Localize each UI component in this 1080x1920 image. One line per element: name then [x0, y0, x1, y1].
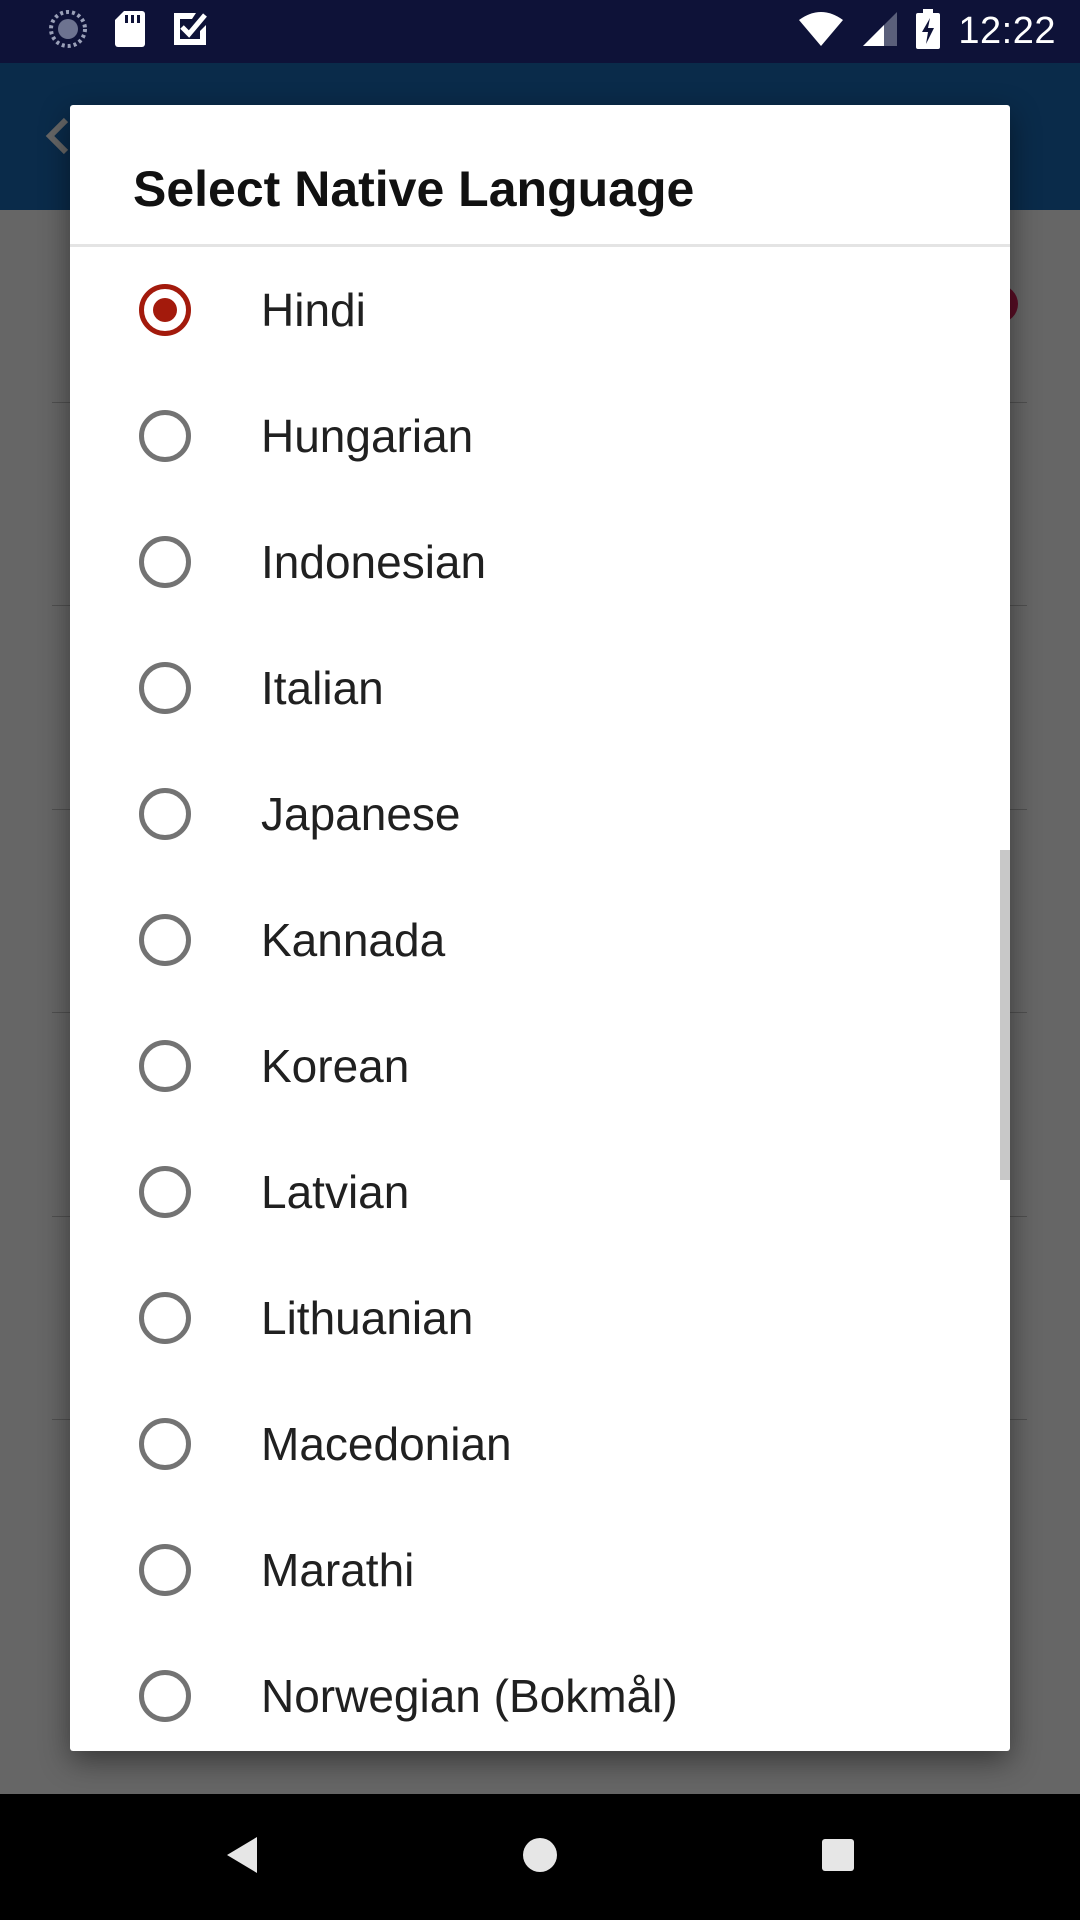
language-option[interactable]: Hungarian — [70, 373, 1010, 499]
language-option[interactable]: Japanese — [70, 751, 1010, 877]
sd-card-icon — [114, 10, 146, 53]
language-option[interactable]: Korean — [70, 1003, 1010, 1129]
language-option[interactable]: Kannada — [70, 877, 1010, 1003]
status-time: 12:22 — [958, 10, 1056, 52]
language-option-label: Italian — [261, 662, 384, 714]
dialog-title: Select Native Language — [133, 161, 695, 217]
language-option-label: Kannada — [261, 914, 446, 966]
language-option-label: Hindi — [261, 284, 366, 336]
radio-button[interactable] — [139, 410, 191, 462]
home-icon — [520, 1835, 560, 1880]
language-option-label: Norwegian (Bokmål) — [261, 1670, 678, 1722]
spinner-icon — [48, 9, 88, 54]
recents-icon — [820, 1837, 856, 1878]
language-option[interactable]: Indonesian — [70, 499, 1010, 625]
language-options-list[interactable]: Hindi Hungarian Indonesian Italian Japanese K… — [70, 247, 1010, 1751]
radio-button[interactable] — [139, 1544, 191, 1596]
language-option[interactable]: Hindi — [70, 247, 1010, 373]
scrollbar-thumb[interactable] — [1000, 850, 1010, 1180]
radio-button[interactable] — [139, 536, 191, 588]
language-option-label: Marathi — [261, 1544, 415, 1596]
language-option[interactable]: Italian — [70, 625, 1010, 751]
language-dialog: Select Native Language Hindi Hungarian Ind… — [70, 105, 1010, 1751]
battery-charging-icon — [916, 9, 941, 54]
back-icon — [225, 1835, 259, 1880]
radio-button[interactable] — [139, 1292, 191, 1344]
nav-recents-button[interactable] — [775, 1794, 901, 1920]
radio-button-checked[interactable] — [139, 284, 191, 336]
cellular-signal-icon — [862, 11, 898, 52]
radio-button[interactable] — [139, 1166, 191, 1218]
language-option[interactable]: Marathi — [70, 1507, 1010, 1633]
radio-button[interactable] — [139, 788, 191, 840]
status-bar: 12:22 — [0, 0, 1080, 63]
nav-home-button[interactable] — [477, 1794, 603, 1920]
language-option[interactable]: Macedonian — [70, 1381, 1010, 1507]
language-option-label: Hungarian — [261, 410, 474, 462]
radio-button[interactable] — [139, 662, 191, 714]
language-option-label: Lithuanian — [261, 1292, 474, 1344]
wifi-icon — [798, 11, 844, 52]
radio-button[interactable] — [139, 1670, 191, 1722]
screen: 12:22 Select Native Language Hindi Hungar… — [0, 0, 1080, 1920]
language-option-label: Latvian — [261, 1166, 410, 1218]
checkmark-app-icon — [172, 11, 208, 52]
language-option-label: Macedonian — [261, 1418, 512, 1470]
radio-button[interactable] — [139, 914, 191, 966]
language-option-label: Japanese — [261, 788, 461, 840]
radio-button[interactable] — [139, 1040, 191, 1092]
nav-back-button[interactable] — [179, 1794, 305, 1920]
language-option[interactable]: Lithuanian — [70, 1255, 1010, 1381]
navigation-bar — [0, 1794, 1080, 1920]
language-option[interactable]: Latvian — [70, 1129, 1010, 1255]
language-option-label: Indonesian — [261, 536, 487, 588]
language-option-label: Korean — [261, 1040, 410, 1092]
radio-button[interactable] — [139, 1418, 191, 1470]
language-option[interactable]: Norwegian (Bokmål) — [70, 1633, 1010, 1751]
